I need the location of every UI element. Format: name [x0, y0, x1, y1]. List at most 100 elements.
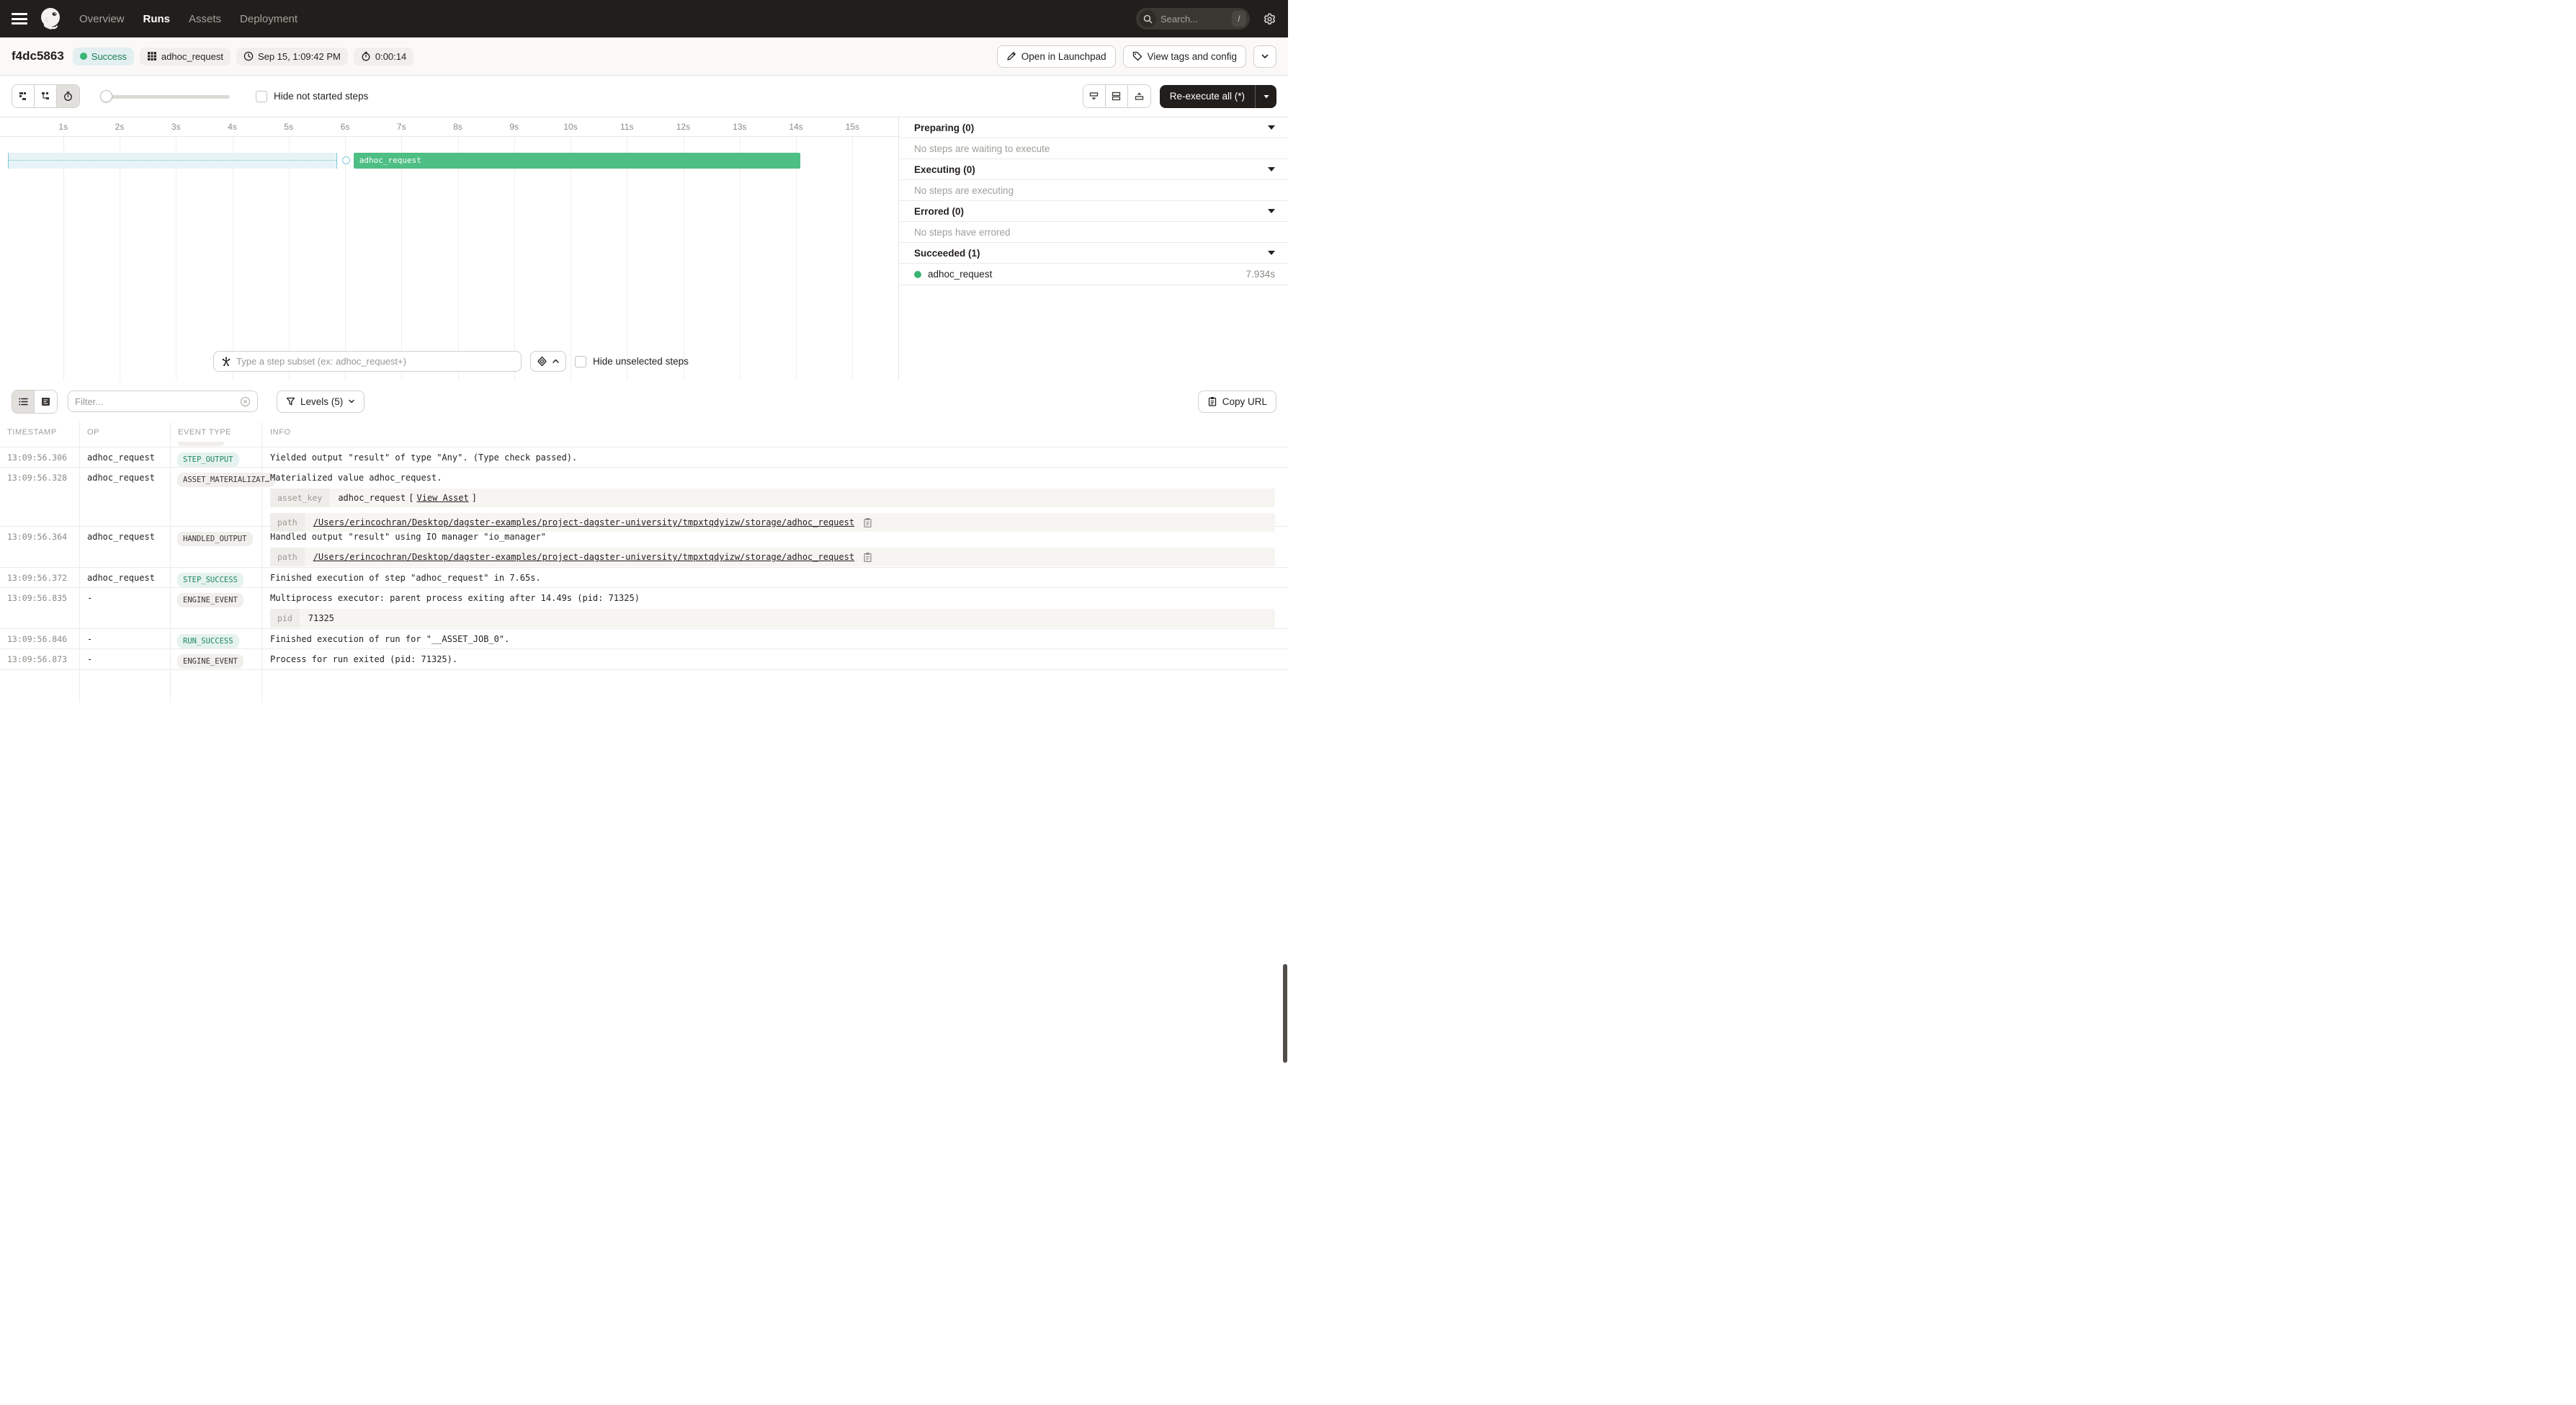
log-row[interactable]: 13:09:56.364 adhoc_request HANDLED_OUTPU… [0, 526, 1288, 567]
hamburger-menu-icon[interactable] [12, 13, 27, 24]
search-icon [1139, 10, 1156, 27]
col-header-event-type[interactable]: EVENT TYPE [170, 428, 261, 437]
log-filter-input[interactable] [75, 396, 236, 407]
timed-view-button[interactable] [57, 85, 79, 107]
levels-dropdown-button[interactable]: Levels (5) [277, 391, 365, 413]
panel-layout-toggle [1083, 84, 1151, 108]
log-filter-wrap[interactable] [68, 391, 258, 412]
slider-track[interactable] [106, 95, 230, 99]
axis-tick-label: 10s [563, 122, 577, 132]
axis-tick-label: 3s [171, 122, 181, 132]
col-header-info[interactable]: INFO [261, 428, 1288, 437]
log-row[interactable]: 13:09:56.846 - RUN_SUCCESS Finished exec… [0, 628, 1288, 648]
gridline [796, 137, 797, 380]
chevron-down-icon [348, 398, 355, 405]
vertical-scrollbar-thumb[interactable] [1283, 964, 1287, 1063]
nav-link-overview[interactable]: Overview [79, 13, 125, 25]
succeeded-step-row[interactable]: adhoc_request 7.934s [899, 264, 1288, 285]
gantt-waiting-bar[interactable] [8, 153, 337, 169]
metadata-row-path: path /Users/erincochran/Desktop/dagster-… [270, 548, 1275, 566]
flat-view-button[interactable] [12, 85, 35, 107]
open-in-launchpad-button[interactable]: Open in Launchpad [997, 45, 1116, 68]
re-execute-all-button[interactable]: Re-execute all (*) [1160, 85, 1255, 108]
log-row[interactable]: 13:09:56.835 - ENGINE_EVENT Multiprocess… [0, 587, 1288, 628]
run-id: f4dc5863 [12, 49, 64, 63]
nav-link-runs[interactable]: Runs [143, 13, 171, 25]
panel-section-succeeded[interactable]: Succeeded (1) [899, 243, 1288, 264]
step-success-dot-icon [914, 271, 921, 278]
datetime-tag[interactable]: Sep 15, 1:09:42 PM [236, 48, 348, 66]
re-execute-caret-button[interactable] [1255, 85, 1276, 108]
chevron-down-icon [1261, 52, 1269, 61]
panel-empty-errored: No steps have errored [899, 222, 1288, 243]
gantt-view-toggle [12, 84, 80, 108]
split-panels-button[interactable] [1106, 85, 1128, 107]
axis-tick-label: 13s [733, 122, 746, 132]
log-row[interactable]: 13:09:56.873 - ENGINE_EVENT Process for … [0, 648, 1288, 669]
log-row[interactable]: 13:09:56.306 adhoc_request STEP_OUTPUT Y… [0, 447, 1288, 467]
storage-path-link[interactable]: /Users/erincochran/Desktop/dagster-examp… [313, 552, 854, 562]
partial-scrolled-row [0, 442, 1288, 447]
gantt-step-bar[interactable]: adhoc_request [354, 153, 801, 169]
panel-section-preparing[interactable]: Preparing (0) [899, 117, 1288, 138]
axis-tick-label: 1s [58, 122, 68, 132]
col-header-timestamp[interactable]: TIMESTAMP [0, 428, 79, 437]
view-tags-config-button[interactable]: View tags and config [1123, 45, 1246, 68]
settings-gear-icon[interactable] [1263, 12, 1276, 26]
gridline [345, 137, 346, 380]
copy-path-icon[interactable] [863, 552, 872, 562]
search-input[interactable] [1156, 14, 1232, 24]
collapse-top-button[interactable] [1128, 85, 1150, 107]
log-empty-space [0, 669, 1288, 713]
collapse-bottom-button[interactable] [1083, 85, 1106, 107]
waterfall-view-button[interactable] [35, 85, 57, 107]
gridline [401, 137, 402, 380]
job-grid-icon [147, 51, 157, 61]
hide-not-started-checkbox[interactable] [256, 91, 267, 102]
global-search[interactable]: / [1136, 8, 1250, 30]
gantt-section: 1s2s3s4s5s6s7s8s9s10s11s12s13s14s15s adh… [0, 117, 1288, 380]
duration-tag[interactable]: 0:00:14 [354, 48, 413, 66]
col-header-op[interactable]: OP [79, 428, 170, 437]
hide-unselected-label: Hide unselected steps [593, 356, 689, 367]
axis-tick-label: 2s [115, 122, 125, 132]
view-asset-link[interactable]: View Asset [416, 493, 468, 503]
event-type-badge: RUN_SUCCESS [177, 634, 239, 648]
graph-query-toggle-button[interactable] [530, 351, 566, 372]
nav-link-assets[interactable]: Assets [189, 13, 221, 25]
event-type-badge: STEP_OUTPUT [177, 452, 239, 467]
log-view-toggle [12, 390, 58, 414]
op-selector-icon [221, 357, 231, 367]
axis-tick-label: 8s [453, 122, 462, 132]
clock-icon [243, 51, 254, 61]
run-more-actions-button[interactable] [1253, 45, 1276, 68]
metadata-row-pid: pid 71325 [270, 609, 1275, 628]
storage-path-link[interactable]: /Users/erincochran/Desktop/dagster-examp… [313, 517, 854, 527]
log-row[interactable]: 13:09:56.372 adhoc_request STEP_SUCCESS … [0, 567, 1288, 587]
pencil-icon [1006, 51, 1016, 61]
clear-filter-icon[interactable] [240, 396, 251, 407]
panel-section-executing[interactable]: Executing (0) [899, 159, 1288, 180]
step-subset-input[interactable] [236, 356, 514, 367]
log-row[interactable]: 13:09:56.328 adhoc_request ASSET_MATERIA… [0, 467, 1288, 526]
gridline [514, 137, 515, 380]
step-subset-input-wrap[interactable] [213, 351, 522, 372]
section-caret-icon [1268, 125, 1275, 130]
job-tag[interactable]: adhoc_request [140, 48, 231, 66]
dagster-logo[interactable] [37, 6, 63, 32]
log-table: TIMESTAMP OP EVENT TYPE INFO 13:09:56.30… [0, 422, 1288, 702]
hide-unselected-checkbox[interactable] [575, 356, 586, 367]
event-type-badge: ASSET_MATERIALIZAT… [177, 473, 275, 487]
status-badge: Success [73, 48, 134, 66]
table-view-button[interactable] [12, 391, 35, 413]
slider-thumb[interactable] [100, 90, 112, 102]
zoom-slider[interactable] [100, 85, 230, 107]
panel-section-errored[interactable]: Errored (0) [899, 201, 1288, 222]
gantt-toolbar: Hide not started steps Re-execute all (*… [0, 76, 1288, 117]
copy-path-icon[interactable] [863, 517, 872, 527]
raw-view-button[interactable] [35, 391, 57, 413]
metadata-row-asset-key: asset_key adhoc_request [View Asset] [270, 489, 1275, 507]
axis-tick-label: 12s [676, 122, 690, 132]
copy-url-button[interactable]: Copy URL [1198, 391, 1276, 413]
nav-link-deployment[interactable]: Deployment [240, 13, 298, 25]
